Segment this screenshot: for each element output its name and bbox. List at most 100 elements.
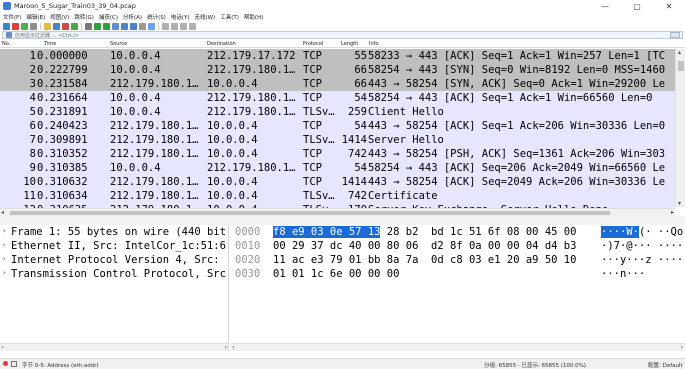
maximize-button[interactable]: ▢ xyxy=(621,0,653,12)
scrollbar-thumb[interactable] xyxy=(678,61,684,71)
packet-list-vertical-scrollbar[interactable]: ▴ ▾ xyxy=(675,49,685,207)
packet-list-horizontal-scrollbar[interactable]: ◂ ▸ xyxy=(0,208,675,216)
reload-icon[interactable] xyxy=(71,22,78,30)
detail-tcp[interactable]: › Transmission Control Protocol, Src xyxy=(0,267,228,281)
scroll-left-icon[interactable]: ◂ xyxy=(1,209,4,216)
restart-icon[interactable] xyxy=(21,22,28,30)
pane-splitter[interactable] xyxy=(0,216,685,225)
column-info[interactable]: Info xyxy=(369,41,378,47)
column-length[interactable]: Length xyxy=(341,41,358,47)
packet-row[interactable]: 9 0.310385 10.0.0.4 212.179.180.1… TCP 54 5825… xyxy=(0,161,675,175)
menu-file[interactable]: 文件(F) xyxy=(3,13,21,21)
scrollbar-thumb[interactable] xyxy=(10,211,610,215)
bytes-ascii[interactable]: ···y···z ···· ·P· xyxy=(601,254,685,266)
packet-info: Client Hello xyxy=(368,106,444,118)
last-icon[interactable] xyxy=(130,22,137,30)
bytes-row[interactable]: 0010 00 29 37 dc 40 00 80 06 d2 8f 0a 00… xyxy=(231,239,685,253)
close-file-icon[interactable] xyxy=(62,22,69,30)
colorize-icon[interactable] xyxy=(148,22,155,30)
menu-wireless[interactable]: 无线(W) xyxy=(195,13,216,21)
packet-length: 66 xyxy=(354,78,367,90)
open-icon[interactable] xyxy=(44,22,51,30)
bookmark-icon[interactable] xyxy=(6,32,12,38)
bytes-row[interactable]: 0000 f8 e9 03 0e 57 13 28 b2 bd 1c 51 6f… xyxy=(231,225,685,239)
column-destination[interactable]: Destination xyxy=(207,41,236,47)
scroll-left-icon[interactable]: ‹ xyxy=(1,344,3,351)
bytes-ascii[interactable]: ···n··· xyxy=(601,268,645,280)
toolbar-separator xyxy=(158,22,159,30)
shark-fin-icon[interactable] xyxy=(3,22,10,30)
packet-row[interactable]: 8 0.310352 212.179.180.1… 10.0.0.4 TCP 742 443… xyxy=(0,147,675,161)
detail-ipv4[interactable]: › Internet Protocol Version 4, Src: xyxy=(0,253,228,267)
packet-row[interactable]: 5 0.231891 10.0.0.4 212.179.180.1… TLSv… 259 C… xyxy=(0,105,675,119)
bytes-hex-rest[interactable]: 28 b2 bd 1c 51 6f 08 00 45 00 xyxy=(380,226,577,238)
packet-source: 212.179.180.1… xyxy=(110,190,199,202)
bytes-row[interactable]: 0020 11 ac e3 79 01 bb 8a 7a 0d c8 03 e1… xyxy=(231,253,685,267)
column-source[interactable]: Source xyxy=(110,41,127,47)
menu-analyze[interactable]: 分析(A) xyxy=(123,13,142,21)
packet-row[interactable]: 3 0.231584 212.179.180.1… 10.0.0.4 TCP 66 443 … xyxy=(0,77,675,91)
bytes-horizontal-scrollbar[interactable]: ‹ › xyxy=(231,343,685,351)
zoom-in-icon[interactable] xyxy=(162,22,169,30)
menu-help[interactable]: 帮助(H) xyxy=(244,13,263,21)
column-time[interactable]: Time xyxy=(44,41,56,47)
packet-row[interactable]: 6 0.240423 212.179.180.1… 10.0.0.4 TCP 54 443 … xyxy=(0,119,675,133)
status-profile[interactable]: 配置: Default xyxy=(648,361,683,369)
save-icon[interactable] xyxy=(53,22,60,30)
find-icon[interactable] xyxy=(85,22,92,30)
scroll-right-icon[interactable]: › xyxy=(225,344,227,351)
back-icon[interactable] xyxy=(94,22,101,30)
bytes-hex-highlight[interactable]: f8 e9 03 0e 57 13 xyxy=(273,226,381,238)
menu-tools[interactable]: 工具(T) xyxy=(220,13,239,21)
scroll-right-icon[interactable]: › xyxy=(681,344,683,351)
expert-info-icon[interactable] xyxy=(3,361,8,366)
bytes-ascii-highlight[interactable]: ····W· xyxy=(601,226,639,238)
apply-filter-button[interactable] xyxy=(670,32,680,38)
scroll-down-icon[interactable]: ▾ xyxy=(678,200,681,207)
detail-frame[interactable]: › Frame 1: 55 bytes on wire (440 bit xyxy=(0,225,228,239)
menu-telephony[interactable]: 电话(Y) xyxy=(171,13,190,21)
detail-ethernet[interactable]: › Ethernet II, Src: IntelCor_1c:51:6 xyxy=(0,239,228,253)
bytes-row[interactable]: 0030 01 01 1c 6e 00 00 00 ···n··· xyxy=(231,267,685,281)
minimize-button[interactable]: — xyxy=(589,0,621,12)
first-icon[interactable] xyxy=(121,22,128,30)
menu-edit[interactable]: 编辑(E) xyxy=(26,13,45,21)
expand-arrow-icon[interactable]: › xyxy=(2,269,6,277)
packet-row[interactable]: 7 0.309891 212.179.180.1… 10.0.0.4 TLSv… 1414… xyxy=(0,133,675,147)
bytes-offset: 0000 xyxy=(235,226,261,238)
autoscroll-icon[interactable] xyxy=(139,22,146,30)
column-no[interactable]: No. xyxy=(2,41,10,47)
packet-row[interactable]: 2 0.222799 10.0.0.4 212.179.180.1… TCP 66 5825… xyxy=(0,63,675,77)
zoom-out-icon[interactable] xyxy=(171,22,178,30)
scroll-up-icon[interactable]: ▴ xyxy=(678,49,681,56)
menu-capture[interactable]: 捕获(C) xyxy=(99,13,118,21)
menu-view[interactable]: 视图(V) xyxy=(50,13,69,21)
expand-arrow-icon[interactable]: › xyxy=(2,255,6,263)
menu-statistics[interactable]: 统计(S) xyxy=(147,13,166,21)
expand-arrow-icon[interactable]: › xyxy=(2,227,6,235)
packet-row[interactable]: 4 0.231664 10.0.0.4 212.179.180.1… TCP 54 5825… xyxy=(0,91,675,105)
forward-icon[interactable] xyxy=(103,22,110,30)
bytes-hex[interactable]: 01 01 1c 6e 00 00 00 xyxy=(273,268,399,280)
comment-icon[interactable] xyxy=(11,361,17,367)
details-horizontal-scrollbar[interactable]: ‹ › xyxy=(0,343,228,351)
menu-go[interactable]: 跳转(G) xyxy=(74,13,94,21)
column-protocol[interactable]: Protocol xyxy=(303,41,323,47)
resize-columns-icon[interactable] xyxy=(189,22,196,30)
scroll-left-icon[interactable]: ‹ xyxy=(232,344,234,351)
display-filter-input[interactable]: 应用显示过滤器 … <Ctrl-/> xyxy=(3,32,670,39)
options-icon[interactable] xyxy=(30,22,37,30)
zoom-reset-icon[interactable] xyxy=(180,22,187,30)
bytes-hex[interactable]: 00 29 37 dc 40 00 80 06 d2 8f 0a 00 00 0… xyxy=(273,240,576,252)
expand-arrow-icon[interactable]: › xyxy=(2,241,6,249)
stop-icon[interactable] xyxy=(12,22,19,30)
bytes-ascii[interactable]: ·)7·@··· ········ xyxy=(601,240,685,252)
close-button[interactable]: ✕ xyxy=(653,0,685,12)
packet-row[interactable]: 1 0.000000 10.0.0.4 212.179.17.172 TCP 55 5823… xyxy=(0,49,675,63)
bytes-ascii-rest[interactable]: (· ··Qo xyxy=(639,226,683,238)
packet-row[interactable]: 11 0.310634 212.179.180.1… 10.0.0.4 TLSv… 742… xyxy=(0,189,675,203)
scroll-right-icon[interactable]: ▸ xyxy=(671,209,674,216)
packet-row[interactable]: 10 0.310632 212.179.180.1… 10.0.0.4 TCP 1414 4… xyxy=(0,175,675,189)
bytes-hex[interactable]: 11 ac e3 79 01 bb 8a 7a 0d c8 03 e1 20 a… xyxy=(273,254,576,266)
goto-icon[interactable] xyxy=(112,22,119,30)
